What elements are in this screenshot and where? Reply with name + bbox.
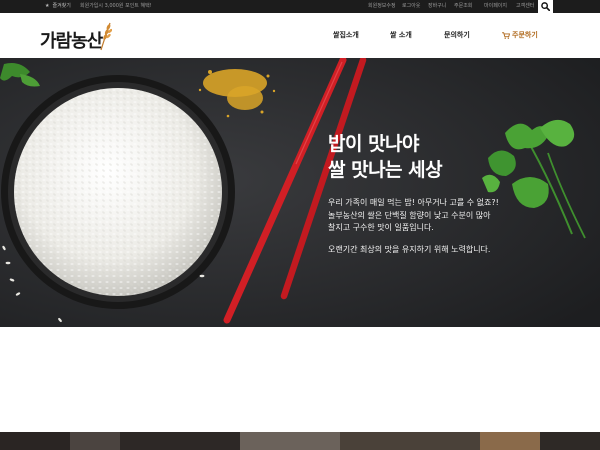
edit-member-link[interactable]: 회원정보수정	[368, 0, 402, 13]
hero-body-line-4: 오랜기간 최상의 맛을 유지하기 위해 노력합니다.	[328, 244, 491, 254]
cart-link[interactable]: 장바구니	[428, 0, 454, 13]
star-icon: ★	[45, 3, 50, 9]
hero-body-spacer	[328, 235, 499, 244]
hero-image	[0, 58, 600, 327]
logout-link[interactable]: 로그아웃	[402, 0, 428, 13]
hero-body-line-3: 찰지고 구수한 맛이 일품입니다.	[328, 223, 434, 232]
nav-order-label: 주문하기	[512, 31, 538, 39]
content-area	[0, 327, 600, 432]
cart-icon	[502, 32, 510, 39]
hero-body-line-2: 놀부농산의 쌀은 단백질 함량이 낮고 수분이 많아	[328, 210, 491, 220]
hero-description: 우리 가족이 매일 먹는 밥! 아무거나 고를 수 없죠?! 놀부농산의 쌀은 …	[328, 197, 499, 256]
signup-promo-text: 회원가입시 3,000원 포인트 혜택!	[80, 3, 152, 9]
top-utility-bar: ★ 즐겨찾기 회원가입시 3,000원 포인트 혜택! 회원정보수정 로그아웃 …	[0, 0, 600, 13]
search-button[interactable]	[538, 0, 553, 13]
nav-order[interactable]: 주문하기	[502, 13, 538, 58]
wheat-icon	[100, 22, 112, 51]
search-icon	[541, 2, 550, 11]
next-section-image	[0, 432, 600, 450]
hero-title-line-2: 쌀 맛나는 세상	[328, 159, 443, 181]
site-header: 가람농산 쌀집소개 쌀 소개 문의하기 주문하기	[0, 13, 600, 58]
logo-text: 가람농산	[40, 31, 103, 52]
next-section-photo	[0, 432, 600, 450]
account-links: 회원정보수정 로그아웃 장바구니 주문조회 마이페이지 고객센터	[368, 0, 538, 13]
customer-center-link[interactable]: 고객센터	[516, 0, 538, 13]
hero-banner: 밥이 맛나야 쌀 맛나는 세상 우리 가족이 매일 먹는 밥! 아무거나 고를 …	[0, 58, 600, 327]
favorite-label: 즐겨찾기	[52, 3, 71, 9]
nav-inquiry[interactable]: 문의하기	[444, 13, 470, 58]
nav-rice[interactable]: 쌀 소개	[390, 13, 412, 58]
mypage-link[interactable]: 마이페이지	[484, 0, 516, 13]
hero-title: 밥이 맛나야 쌀 맛나는 세상	[328, 131, 443, 183]
site-logo[interactable]: 가람농산	[40, 21, 120, 53]
nav-intro[interactable]: 쌀집소개	[333, 13, 359, 58]
favorite-link[interactable]: ★ 즐겨찾기	[45, 0, 71, 13]
hero-title-line-1: 밥이 맛나야	[328, 133, 420, 155]
hero-body-line-1: 우리 가족이 매일 먹는 밥! 아무거나 고를 수 없죠?!	[328, 198, 499, 207]
order-lookup-link[interactable]: 주문조회	[454, 0, 484, 13]
